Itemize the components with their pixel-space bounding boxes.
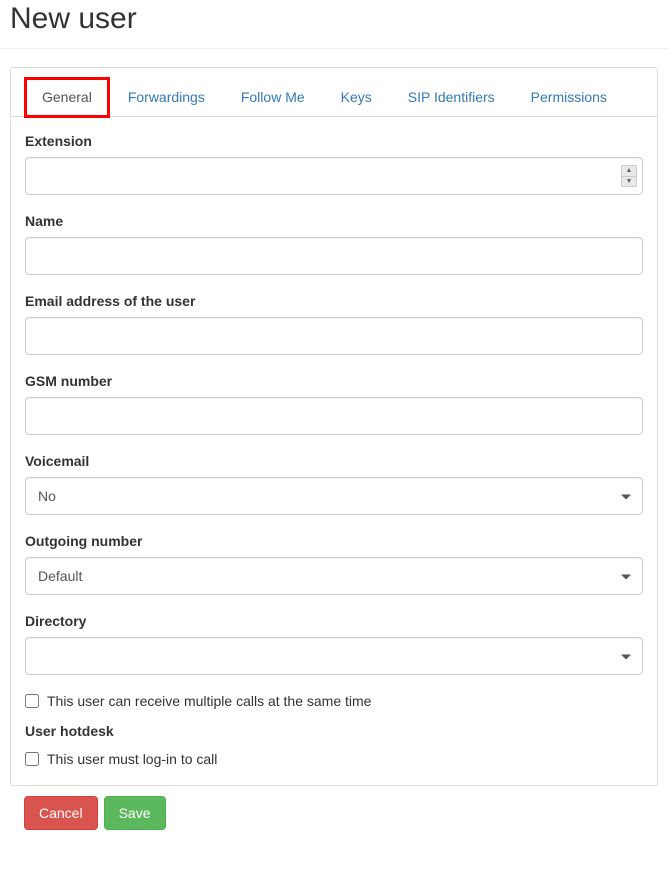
extension-spinner[interactable]: ▲ ▼ <box>621 165 637 187</box>
multi-calls-label[interactable]: This user can receive multiple calls at … <box>47 693 371 709</box>
email-input[interactable] <box>25 317 643 355</box>
tab-keys[interactable]: Keys <box>324 78 389 116</box>
field-gsm: GSM number <box>25 373 643 435</box>
button-row: Cancel Save <box>0 796 668 830</box>
voicemail-label: Voicemail <box>25 453 643 469</box>
gsm-input[interactable] <box>25 397 643 435</box>
spinner-down-icon[interactable]: ▼ <box>622 177 636 187</box>
tab-follow-me[interactable]: Follow Me <box>224 78 322 116</box>
extension-label: Extension <box>25 133 643 149</box>
voicemail-select[interactable] <box>25 477 643 515</box>
directory-select[interactable] <box>25 637 643 675</box>
field-extension: Extension ▲ ▼ <box>25 133 643 195</box>
hotdesk-login-row: This user must log-in to call <box>25 751 643 767</box>
multi-calls-row: This user can receive multiple calls at … <box>25 693 643 709</box>
tab-forwardings[interactable]: Forwardings <box>111 78 222 116</box>
email-label: Email address of the user <box>25 293 643 309</box>
outgoing-select[interactable] <box>25 557 643 595</box>
hotdesk-login-checkbox[interactable] <box>25 752 39 766</box>
hotdesk-login-label[interactable]: This user must log-in to call <box>47 751 217 767</box>
field-name: Name <box>25 213 643 275</box>
field-outgoing: Outgoing number <box>25 533 643 595</box>
extension-input[interactable] <box>25 157 643 195</box>
name-label: Name <box>25 213 643 229</box>
form-body: Extension ▲ ▼ Name Email address of the … <box>11 117 657 785</box>
field-voicemail: Voicemail <box>25 453 643 515</box>
multi-calls-checkbox[interactable] <box>25 694 39 708</box>
tab-general[interactable]: General <box>25 78 109 117</box>
gsm-label: GSM number <box>25 373 643 389</box>
field-email: Email address of the user <box>25 293 643 355</box>
spinner-up-icon[interactable]: ▲ <box>622 166 636 177</box>
tab-sip-identifiers[interactable]: SIP Identifiers <box>391 78 512 116</box>
name-input[interactable] <box>25 237 643 275</box>
form-panel: General Forwardings Follow Me Keys SIP I… <box>10 67 658 786</box>
field-directory: Directory <box>25 613 643 675</box>
outgoing-label: Outgoing number <box>25 533 643 549</box>
hotdesk-section-label: User hotdesk <box>25 723 643 739</box>
page-title: New user <box>0 0 668 49</box>
save-button[interactable]: Save <box>104 796 166 830</box>
tabs-nav: General Forwardings Follow Me Keys SIP I… <box>11 68 657 117</box>
tab-permissions[interactable]: Permissions <box>514 78 624 116</box>
directory-label: Directory <box>25 613 643 629</box>
cancel-button[interactable]: Cancel <box>24 796 98 830</box>
